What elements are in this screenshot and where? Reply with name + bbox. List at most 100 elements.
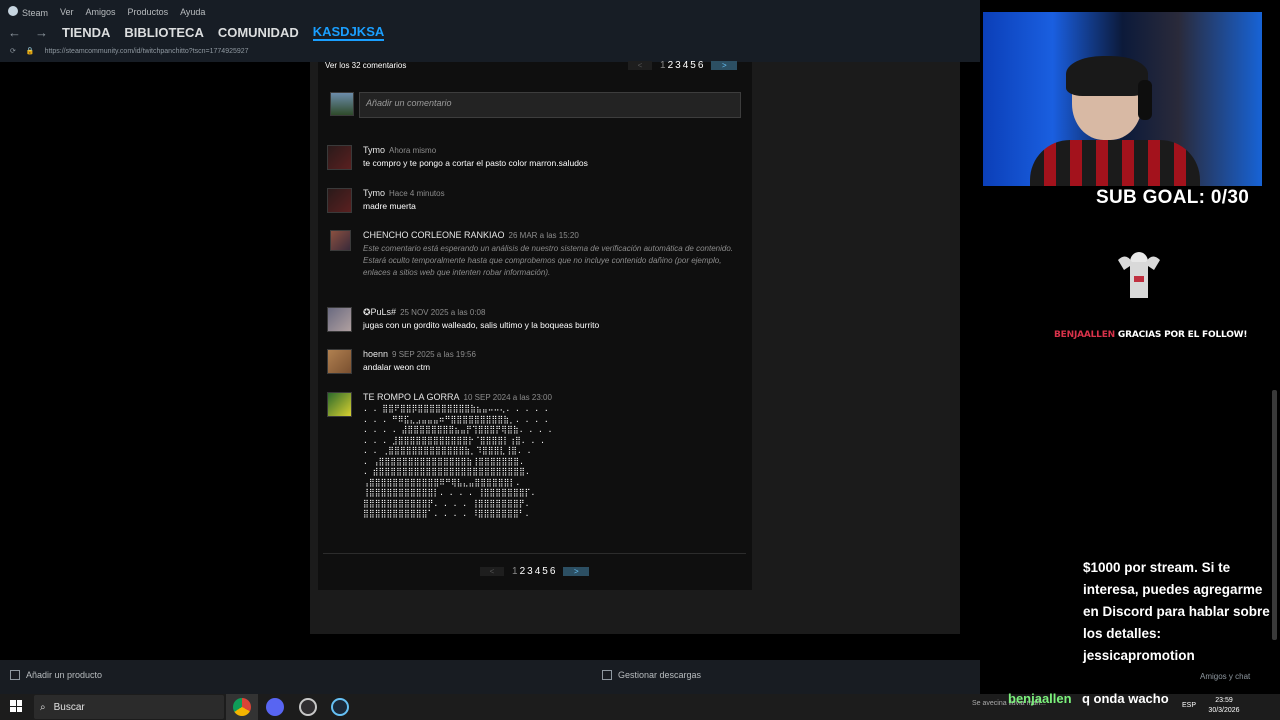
avatar[interactable] (327, 349, 352, 374)
comment-text: andalar weon ctm (363, 362, 431, 372)
avatar[interactable] (327, 307, 352, 332)
pager-bottom: < 1 2 3 4 5 6 > (480, 566, 590, 577)
menu-item-ayuda[interactable]: Ayuda (180, 7, 205, 17)
avatar[interactable] (330, 230, 351, 251)
clock-date: 30/3/2026 (1208, 707, 1240, 714)
comment-time: 10 SEP 2024 a las 23:00 (463, 393, 552, 402)
comment-text: jugas con un gordito walleado, salis ult… (363, 320, 600, 330)
comment-item: Tymo Ahora mismo te compro y te pongo a c… (327, 145, 727, 173)
pager-page[interactable]: 3 (675, 60, 681, 71)
friends-chat-button[interactable]: Amigos y chat (1200, 672, 1250, 681)
comment-author[interactable]: ✪PuLs# (363, 307, 396, 317)
steam-bottom-bar (0, 660, 980, 694)
nav-profile[interactable]: KASDJKSA (312, 24, 385, 41)
pager-prev-button[interactable]: < (628, 61, 652, 70)
steam-menu-app[interactable]: Steam (8, 6, 48, 18)
webcam-person-hair (1066, 56, 1148, 96)
chat-message: $1000 por stream. Si te interesa, puedes… (1083, 560, 1270, 663)
language-indicator[interactable]: ESP (1182, 702, 1196, 709)
steam-icon[interactable] (331, 698, 349, 716)
pager-page[interactable]: 6 (550, 566, 556, 577)
comment-pending-notice: Este comentario está esperando un anális… (363, 244, 733, 277)
scrollbar[interactable] (1272, 390, 1277, 640)
comment-author[interactable]: Tymo (363, 188, 385, 198)
pager-page[interactable]: 6 (698, 60, 704, 71)
comment-item: hoenn 9 SEP 2025 a las 19:56 andalar weon… (327, 349, 727, 377)
comment-author[interactable]: TE ROMPO LA GORRA (363, 392, 460, 402)
pager-page[interactable]: 2 (668, 60, 674, 71)
nav-comunidad[interactable]: COMUNIDAD (218, 25, 299, 40)
comment-author[interactable]: CHENCHO CORLEONE RANKIAO (363, 230, 505, 240)
pager-prev-button[interactable]: < (480, 567, 504, 576)
manage-downloads-label: Gestionar descargas (618, 670, 702, 680)
comment-time: Ahora mismo (389, 146, 437, 155)
view-all-comments-link[interactable]: Ver los 32 comentarios (325, 61, 406, 70)
comment-item: TE ROMPO LA GORRA 10 SEP 2024 a las 23:00… (327, 392, 727, 542)
comment-time: Hace 4 minutos (389, 189, 445, 198)
comment-time: 9 SEP 2025 a las 19:56 (392, 350, 476, 359)
comment-text: madre muerta (363, 201, 416, 211)
obs-icon[interactable] (299, 698, 317, 716)
follow-alert-figure (1118, 252, 1160, 298)
back-arrow-icon[interactable]: ← (8, 25, 21, 40)
taskbar-clock[interactable]: 23:59 30/3/2026 (1200, 696, 1248, 716)
steam-nav: ← → TIENDA BIBLIOTECA COMUNIDAD KASDJKSA (8, 22, 385, 42)
follow-alert-message: GRACIAS POR EL FOLLOW! (1114, 330, 1248, 340)
steam-logo-icon (8, 6, 18, 16)
comment-item: CHENCHO CORLEONE RANKIAO 26 MAR a las 15:… (327, 230, 733, 290)
discord-icon[interactable] (266, 698, 284, 716)
sub-goal-counter: SUB GOAL: 0/30 (1096, 187, 1250, 208)
comment-time: 26 MAR a las 15:20 (508, 231, 579, 240)
pager-page[interactable]: 4 (683, 60, 689, 71)
pager-page[interactable]: 1 (660, 60, 666, 71)
avatar[interactable] (327, 188, 352, 213)
comment-author[interactable]: hoenn (363, 349, 388, 359)
add-comment-input[interactable]: Añadir un comentario (359, 92, 741, 118)
webcam-person-body (1030, 140, 1200, 186)
nav-biblioteca[interactable]: BIBLIOTECA (124, 25, 203, 40)
pager-page[interactable]: 4 (535, 566, 541, 577)
headphone-icon (1138, 80, 1152, 120)
chat-username: benjaallen (1008, 691, 1072, 706)
menu-item-amigos[interactable]: Amigos (86, 7, 116, 17)
comment-ascii-art: . . ⣿⣿⠟⣿⣿⡿⣿⣿⣿⣿⣿⣿⣿⣿⣿⣷⣦⣤⠤⠤⢄. . . . . . . .… (363, 404, 553, 518)
forward-arrow-icon[interactable]: → (35, 25, 48, 40)
add-product-label: Añadir un producto (26, 670, 103, 680)
comment-author[interactable]: Tymo (363, 145, 385, 155)
comment-text: te compro y te pongo a cortar el pasto c… (363, 158, 588, 168)
follow-alert-text: BENJAALLEN GRACIAS POR EL FOLLOW! (1054, 330, 1247, 340)
manage-downloads-button[interactable]: Gestionar descargas (602, 670, 701, 680)
pager-page[interactable]: 1 (512, 566, 518, 577)
avatar[interactable] (327, 392, 352, 417)
taskbar-search[interactable]: ⌕ Buscar (34, 695, 224, 719)
menu-item-ver[interactable]: Ver (60, 7, 74, 17)
chrome-icon[interactable] (233, 698, 251, 716)
taskbar-search-label: Buscar (53, 701, 85, 713)
pager-page[interactable]: 5 (542, 566, 548, 577)
clock-time: 23:59 (1215, 697, 1233, 704)
comment-item: ✪PuLs# 25 NOV 2025 a las 0:08 jugas con u… (327, 307, 727, 335)
nav-tienda[interactable]: TIENDA (62, 25, 110, 40)
reload-icon[interactable]: ⟳ (10, 47, 16, 55)
download-icon (602, 670, 612, 680)
chat-user-message: q onda wacho (1082, 691, 1169, 706)
divider (323, 553, 746, 554)
menu-item-productos[interactable]: Productos (128, 7, 169, 17)
plus-icon (10, 670, 20, 680)
add-product-button[interactable]: Añadir un producto (10, 670, 102, 680)
search-icon: ⌕ (40, 701, 46, 713)
windows-start-icon[interactable] (10, 700, 22, 712)
comment-item: Tymo Hace 4 minutos madre muerta (327, 188, 727, 216)
pager-next-button[interactable]: > (711, 61, 738, 70)
pager-page[interactable]: 5 (690, 60, 696, 71)
pager-page[interactable]: 3 (527, 566, 533, 577)
url-text[interactable]: https://steamcommunity.com/id/twitchpanc… (45, 48, 249, 55)
pager-page[interactable]: 2 (520, 566, 526, 577)
my-avatar (330, 92, 354, 116)
url-bar: ⟳ 🔒 https://steamcommunity.com/id/twitch… (10, 45, 249, 57)
comment-time: 25 NOV 2025 a las 0:08 (400, 308, 486, 317)
steam-menu-bar: Steam Ver Amigos Productos Ayuda (8, 4, 205, 20)
lock-icon: 🔒 (25, 48, 35, 55)
pager-next-button[interactable]: > (563, 567, 590, 576)
avatar[interactable] (327, 145, 352, 170)
